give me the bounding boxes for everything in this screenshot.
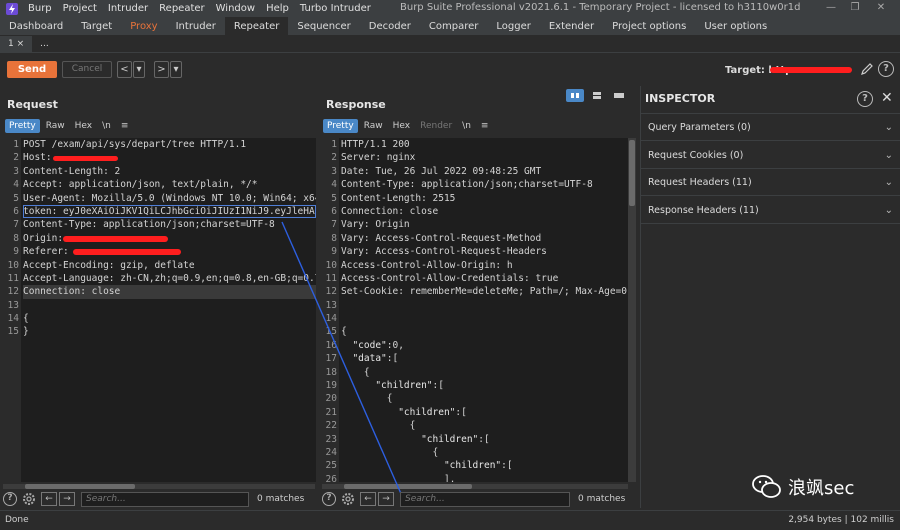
inspector-close-icon[interactable]: ✕: [881, 90, 893, 106]
chevron-down-icon[interactable]: ⌄: [885, 114, 893, 141]
chevron-down-icon[interactable]: ⌄: [885, 142, 893, 169]
inspector-section-label: Request Cookies (0): [648, 149, 744, 161]
search-next-button[interactable]: →: [378, 492, 394, 506]
status-text: Done: [5, 515, 29, 525]
request-match-count: 0 matches: [257, 494, 305, 504]
inspector-section-label: Request Headers (11): [648, 177, 752, 188]
response-search-input[interactable]: Search...: [400, 491, 570, 507]
status-bar: Done 2,954 bytes | 102 millis: [0, 510, 900, 530]
search-previous-button[interactable]: ←: [360, 492, 376, 506]
search-previous-button[interactable]: ←: [41, 492, 57, 506]
search-next-button[interactable]: →: [59, 492, 75, 506]
request-search-input[interactable]: Search...: [81, 491, 249, 507]
inspector-section-request-cookies[interactable]: Request Cookies (0) ⌄: [641, 142, 900, 169]
response-search-bar: ? ← → Search... 0 matches: [322, 488, 634, 510]
inspector-section-request-headers[interactable]: Request Headers (11) ⌄: [641, 169, 900, 196]
inspector-section-query-parameters[interactable]: Query Parameters (0) ⌄: [641, 114, 900, 141]
request-search-bar: ? ← → Search... 0 matches: [3, 488, 313, 510]
help-icon[interactable]: ?: [322, 492, 336, 506]
response-match-count: 0 matches: [578, 494, 626, 504]
response-size-timing: 2,954 bytes | 102 millis: [788, 515, 894, 525]
wechat-logo-icon: [752, 475, 781, 498]
chevron-down-icon[interactable]: ⌄: [885, 169, 893, 196]
settings-gear-icon[interactable]: [21, 491, 37, 507]
help-icon[interactable]: ?: [3, 492, 17, 506]
inspector-title: INSPECTOR: [645, 92, 716, 105]
inspector-section-label: Query Parameters (0): [648, 122, 751, 133]
inspector-help-icon[interactable]: ?: [857, 91, 873, 107]
settings-gear-icon[interactable]: [340, 491, 356, 507]
inspector-section-response-headers[interactable]: Response Headers (11) ⌄: [641, 197, 900, 224]
chevron-down-icon[interactable]: ⌄: [885, 197, 893, 224]
wechat-watermark: 浪飒sec: [752, 474, 854, 500]
inspector-section-label: Response Headers (11): [648, 204, 759, 216]
inspector-panel: INSPECTOR ? ✕ Query Parameters (0) ⌄ Reque…: [640, 86, 900, 508]
watermark-text: 浪飒sec: [788, 478, 855, 499]
